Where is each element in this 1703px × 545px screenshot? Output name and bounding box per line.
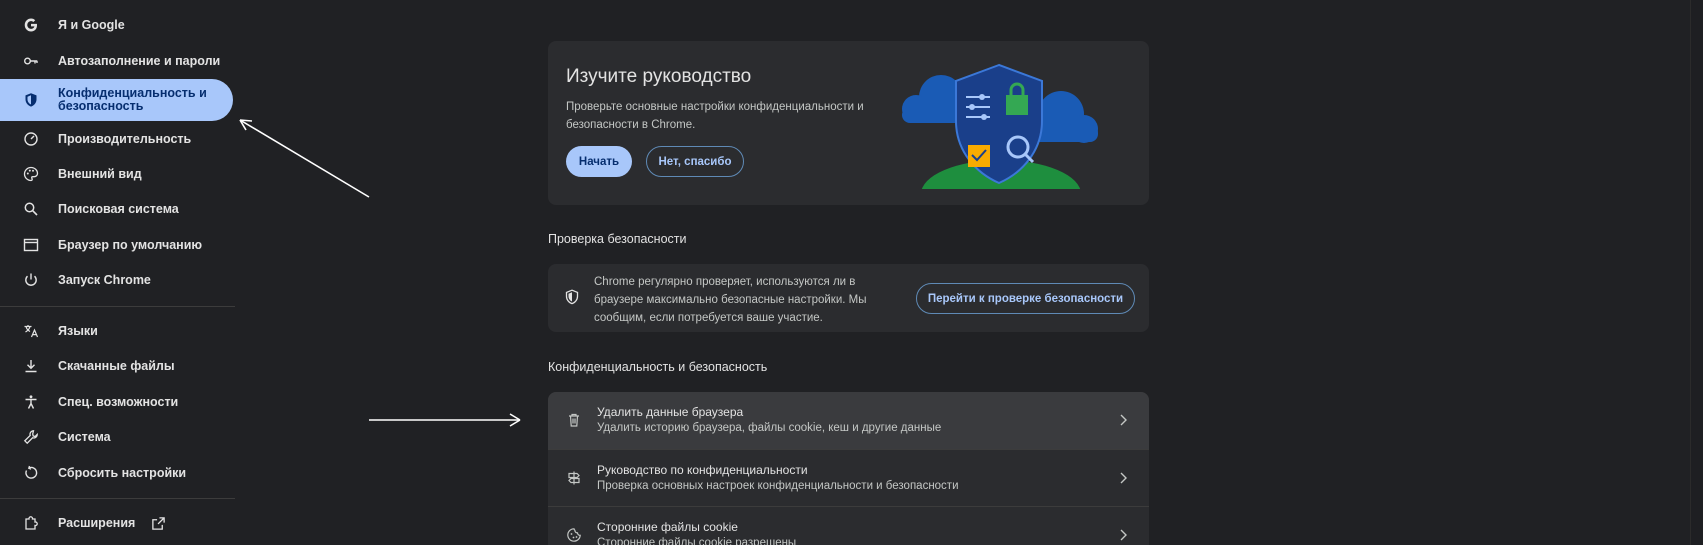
- row-title: Удалить данные браузера: [597, 405, 744, 419]
- arrow-to-delete-data: [369, 413, 521, 427]
- settings-page: Я и Google Автозаполнение и пароли Конфи…: [0, 0, 1703, 545]
- privacy-guide-icon: [566, 470, 582, 486]
- cookie-icon: [566, 527, 582, 543]
- privacy-guide-card: Изучите руководство Проверьте основные н…: [548, 41, 1149, 205]
- safety-check-section-title: Проверка безопасности: [548, 232, 687, 246]
- chevron-right-icon: [1117, 413, 1129, 427]
- third-party-cookies-row[interactable]: Сторонние файлы cookie Сторонние файлы c…: [548, 506, 1149, 545]
- privacy-guide-illustration: [902, 63, 1098, 189]
- shield-check-icon: [564, 289, 580, 310]
- privacy-section-title: Конфиденциальность и безопасность: [548, 360, 768, 374]
- delete-browsing-data-row[interactable]: Удалить данные браузера Удалить историю …: [548, 392, 1149, 449]
- chevron-right-icon: [1117, 471, 1129, 485]
- row-title: Руководство по конфиденциальности: [597, 463, 808, 477]
- chevron-right-icon: [1117, 528, 1129, 542]
- privacy-settings-list: Удалить данные браузера Удалить историю …: [548, 392, 1149, 545]
- safety-check-description: Chrome регулярно проверяет, используются…: [594, 276, 867, 324]
- arrow-to-privacy-sidebar: [239, 119, 370, 198]
- guide-title: Изучите руководство: [566, 66, 752, 87]
- safety-check-card: Chrome регулярно проверяет, используются…: [548, 264, 1149, 332]
- row-subtitle: Проверка основных настроек конфиденциаль…: [597, 480, 959, 492]
- privacy-guide-row[interactable]: Руководство по конфиденциальности Провер…: [548, 449, 1149, 506]
- guide-description: Проверьте основные настройки конфиденциа…: [566, 101, 864, 131]
- no-thanks-button[interactable]: Нет, спасибо: [646, 146, 744, 177]
- row-subtitle: Сторонние файлы cookie разрешены: [597, 537, 797, 545]
- trash-icon: [566, 412, 582, 428]
- scrollbar-track[interactable]: [1690, 0, 1703, 545]
- go-to-safety-check-button[interactable]: Перейти к проверке безопасности: [916, 283, 1135, 314]
- row-title: Сторонние файлы cookie: [597, 520, 738, 534]
- row-subtitle: Удалить историю браузера, файлы cookie, …: [597, 422, 942, 434]
- start-button[interactable]: Начать: [566, 146, 632, 177]
